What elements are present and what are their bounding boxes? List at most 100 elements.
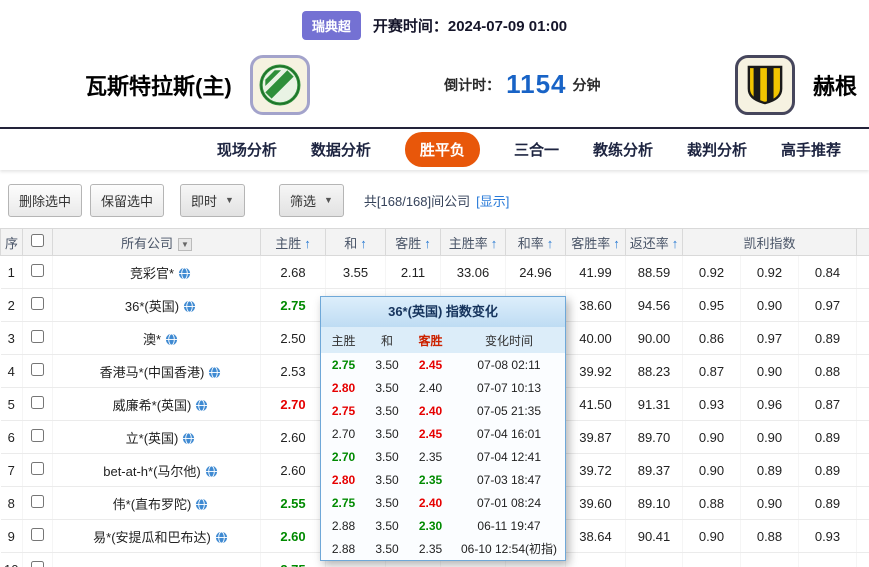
row-checkbox[interactable] — [31, 462, 44, 475]
sort-asc-icon[interactable]: ↑ — [547, 236, 554, 251]
match-info-bar: 瑞典超 开赛时间：2024-07-09 01:00 — [0, 0, 869, 42]
company-name: bet-at-h*(马尔他) — [103, 464, 201, 479]
company-cell[interactable]: 易*(安提瓜和巴布达) — [53, 520, 261, 553]
col-header-company[interactable]: 所有公司 ▼ — [53, 229, 261, 256]
row-select — [23, 256, 53, 289]
company-cell[interactable]: 竞彩官* — [53, 256, 261, 289]
row-select — [23, 520, 53, 553]
col-header-draw-rate[interactable]: 和率↑ — [506, 229, 566, 256]
popup-away-odds: 2.45 — [408, 353, 453, 376]
sort-asc-icon[interactable]: ↑ — [491, 236, 498, 251]
popup-col-draw: 和 — [366, 327, 408, 353]
sort-asc-icon[interactable]: ↑ — [672, 236, 679, 251]
popup-change-time: 07-03 18:47 — [453, 468, 565, 491]
col-header-draw[interactable]: 和↑ — [326, 229, 386, 256]
tab-referee-analysis[interactable]: 裁判分析 — [687, 139, 747, 160]
home-odds-cell[interactable]: 2.60 — [261, 520, 326, 553]
away-rate-cell: 39.60 — [566, 487, 626, 520]
company-cell[interactable] — [53, 553, 261, 567]
popup-home-odds: 2.70 — [321, 445, 366, 468]
row-checkbox[interactable] — [31, 297, 44, 310]
change-cell: 20 — [857, 256, 869, 289]
row-checkbox[interactable] — [31, 561, 44, 567]
popup-draw-odds: 3.50 — [366, 537, 408, 560]
col-header-company-label: 所有公司 — [121, 236, 173, 251]
home-odds-cell[interactable]: 2.60 — [261, 454, 326, 487]
kelly-home-cell: 0.90 — [683, 520, 741, 553]
kelly-away-cell: 0.89 — [799, 454, 857, 487]
home-odds-cell[interactable]: 2.50 — [261, 322, 326, 355]
home-odds-cell[interactable]: 2.75 — [261, 289, 326, 322]
row-checkbox[interactable] — [31, 429, 44, 442]
countdown: 倒计时： 1154 分钟 — [444, 69, 600, 100]
popup-draw-odds: 3.50 — [366, 399, 408, 422]
sort-asc-icon[interactable]: ↑ — [360, 236, 367, 251]
draw-odds-cell[interactable]: 3.55 — [326, 256, 386, 289]
company-cell[interactable]: bet-at-h*(马尔他) — [53, 454, 261, 487]
popup-draw-odds: 3.50 — [366, 376, 408, 399]
home-odds-cell[interactable]: 2.70 — [261, 388, 326, 421]
analysis-nav: 现场分析 数据分析 胜平负 三合一 教练分析 裁判分析 高手推荐 — [0, 127, 869, 170]
sort-asc-icon[interactable]: ↑ — [424, 236, 431, 251]
row-checkbox[interactable] — [31, 363, 44, 376]
col-header-away-rate[interactable]: 客胜率↑ — [566, 229, 626, 256]
row-checkbox[interactable] — [31, 495, 44, 508]
col-header-home[interactable]: 主胜↑ — [261, 229, 326, 256]
sort-asc-icon[interactable]: ↑ — [304, 236, 311, 251]
row-checkbox[interactable] — [31, 396, 44, 409]
home-odds-cell[interactable]: 2.60 — [261, 421, 326, 454]
instant-dropdown[interactable]: 即时 ▼ — [180, 184, 245, 217]
company-cell[interactable]: 伟*(直布罗陀) — [53, 487, 261, 520]
company-name: 竞彩官* — [130, 266, 174, 281]
row-checkbox[interactable] — [31, 528, 44, 541]
col-header-return-rate[interactable]: 返还率↑ — [626, 229, 683, 256]
company-cell[interactable]: 威廉希*(英国) — [53, 388, 261, 421]
home-odds-cell[interactable]: 2.55 — [261, 487, 326, 520]
tab-expert-picks[interactable]: 高手推荐 — [781, 139, 841, 160]
tab-win-draw-loss[interactable]: 胜平负 — [405, 132, 480, 167]
filter-dropdown[interactable]: 筛选 ▼ — [279, 184, 344, 217]
tab-coach-analysis[interactable]: 教练分析 — [593, 139, 653, 160]
popup-change-time: 07-08 02:11 — [453, 353, 565, 376]
kelly-home-cell — [683, 553, 741, 567]
away-team-name: 赫根 — [813, 69, 857, 101]
home-team-logo — [250, 55, 310, 115]
home-odds-cell[interactable]: 2.75 — [261, 553, 326, 567]
popup-row: 2.75 3.50 2.40 07-05 21:35 — [321, 399, 565, 422]
home-odds-cell[interactable]: 2.53 — [261, 355, 326, 388]
away-team-crest-icon — [746, 64, 784, 106]
show-link[interactable]: [显示] — [476, 191, 509, 210]
tab-three-in-one[interactable]: 三合一 — [514, 139, 559, 160]
globe-icon — [205, 465, 218, 478]
kelly-away-cell: 0.88 — [799, 355, 857, 388]
countdown-minutes: 1154 — [506, 69, 566, 100]
col-header-draw-label: 和 — [344, 236, 357, 251]
delete-selected-button[interactable]: 删除选中 — [8, 184, 82, 217]
company-cell[interactable]: 香港马*(中国香港) — [53, 355, 261, 388]
company-cell[interactable]: 36*(英国) — [53, 289, 261, 322]
company-cell[interactable]: 立*(英国) — [53, 421, 261, 454]
kelly-draw-cell: 0.88 — [741, 520, 799, 553]
globe-icon — [195, 498, 208, 511]
company-filter-caret-icon[interactable]: ▼ — [178, 238, 192, 251]
col-header-away[interactable]: 客胜↑ — [386, 229, 441, 256]
table-row: 1 竞彩官* 2.68 3.55 2.11 33.06 24.96 41.99 … — [1, 256, 869, 289]
col-header-home-rate[interactable]: 主胜率↑ — [441, 229, 506, 256]
league-badge: 瑞典超 — [302, 11, 361, 40]
col-header-seq: 序 — [1, 229, 23, 256]
company-cell[interactable]: 澳* — [53, 322, 261, 355]
col-header-kelly: 凯利指数 — [683, 229, 857, 256]
tab-data-analysis[interactable]: 数据分析 — [311, 139, 371, 160]
home-odds-cell[interactable]: 2.68 — [261, 256, 326, 289]
odds-change-popup: 36*(英国) 指数变化 主胜 和 客胜 变化时间 2.75 3.50 2.45… — [320, 296, 566, 561]
sort-asc-icon[interactable]: ↑ — [613, 236, 620, 251]
row-checkbox[interactable] — [31, 264, 44, 277]
select-all-checkbox[interactable] — [31, 234, 44, 247]
row-checkbox[interactable] — [31, 330, 44, 343]
popup-draw-odds: 3.50 — [366, 468, 408, 491]
return-rate-cell — [626, 553, 683, 567]
away-odds-cell[interactable]: 2.11 — [386, 256, 441, 289]
keep-selected-button[interactable]: 保留选中 — [90, 184, 164, 217]
popup-change-time: 06-11 19:47 — [453, 514, 565, 537]
tab-live-analysis[interactable]: 现场分析 — [217, 139, 277, 160]
